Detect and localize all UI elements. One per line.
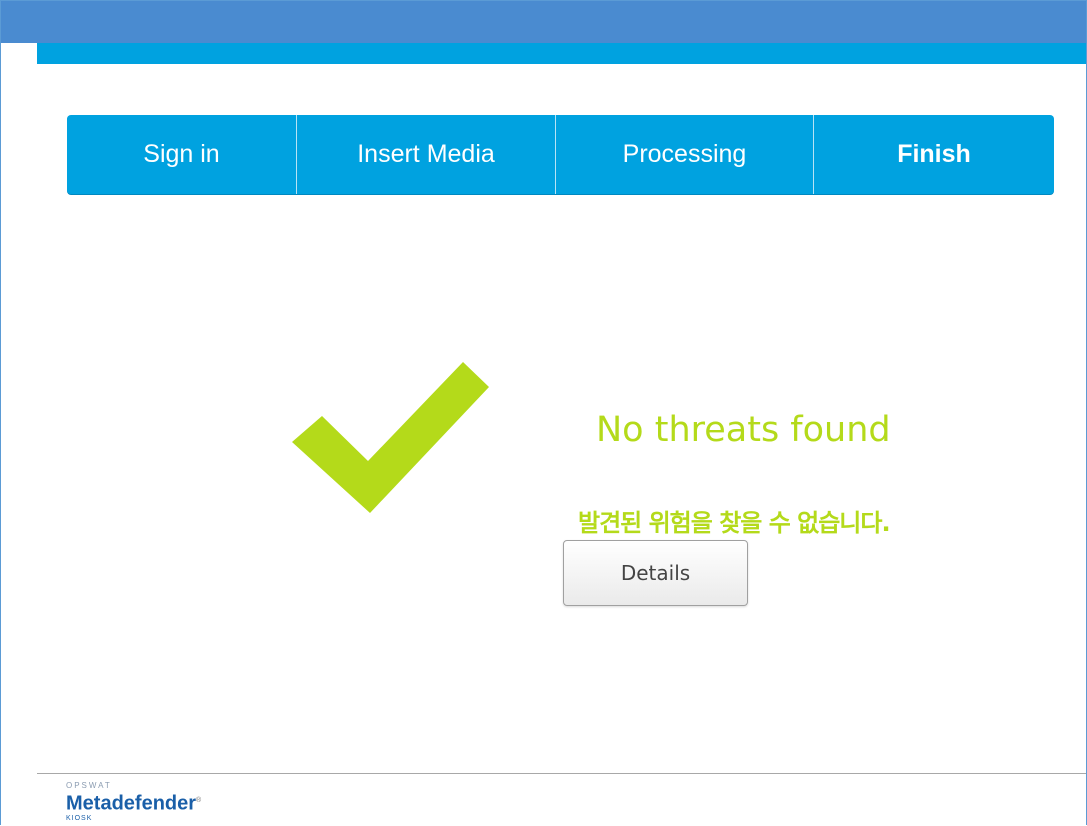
result-subline: 발견된 위험을 찾을 수 없습니다. (578, 509, 891, 537)
step-insert-media: Insert Media (297, 115, 556, 194)
checkmark-icon (292, 362, 489, 513)
result-headline: No threats found (596, 410, 891, 450)
step-finish: Finish (897, 140, 971, 168)
logo-metadefender: Metadefender® (66, 792, 202, 815)
footer-divider (37, 773, 1086, 774)
step-progress-bar: Sign in Insert Media Processing Finish (67, 115, 1054, 194)
logo-kiosk: KIOSK (66, 814, 93, 822)
logo-opswat: OPSWAT (66, 781, 112, 790)
step-processing: Processing (556, 115, 814, 194)
metadefender-logo: OPSWAT Metadefender® KIOSK (66, 781, 201, 823)
title-bar (1, 1, 1086, 43)
details-button[interactable]: Details (563, 540, 748, 606)
step-sign-in: Sign in (67, 115, 297, 194)
header-bar (37, 43, 1086, 64)
